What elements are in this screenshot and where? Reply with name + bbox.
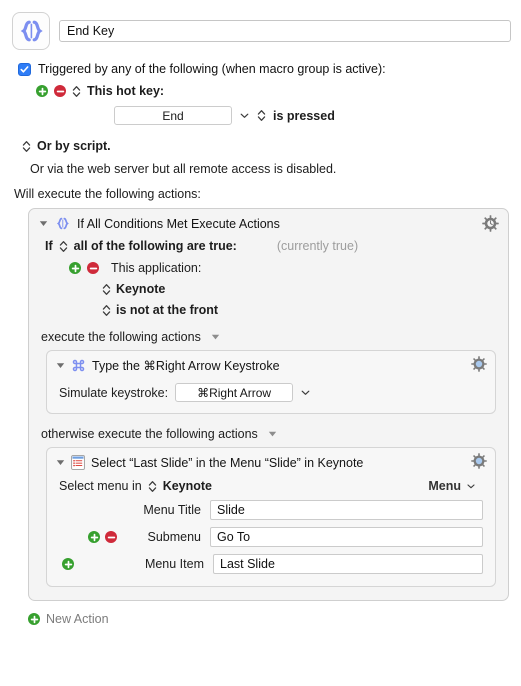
menu-list-icon	[71, 455, 85, 470]
disclosure-triangle-icon[interactable]	[56, 361, 65, 370]
type-keystroke-header[interactable]: Type the ⌘Right Arrow Keystroke	[47, 351, 495, 375]
bottom-spacer	[0, 626, 521, 634]
select-menu-app-name: Keynote	[162, 479, 213, 493]
simulate-keystroke-value: ⌘Right Arrow	[197, 385, 272, 400]
gear-icon[interactable]	[482, 215, 499, 232]
remove-circle-icon[interactable]	[54, 85, 66, 97]
hotkey-value-field[interactable]: End	[114, 106, 232, 125]
this-application-label: This application:	[111, 261, 202, 275]
this-application-row: This application:	[29, 253, 508, 275]
or-by-script-label: Or by script.	[37, 139, 111, 153]
trigger-checkbox[interactable]	[18, 62, 31, 76]
currently-state-label: (currently true)	[276, 239, 359, 253]
else-branch-label: otherwise execute the following actions	[41, 427, 258, 441]
chevron-down-icon[interactable]	[300, 387, 311, 398]
new-action-label: New Action	[46, 612, 109, 626]
web-server-note: Or via the web server but all remote acc…	[30, 162, 337, 176]
menu-item-controls	[47, 558, 120, 570]
hotkey-value-row: End is pressed	[0, 98, 521, 125]
else-branch-header[interactable]: otherwise execute the following actions	[29, 414, 508, 441]
select-menu-app-row: Select menu in Keynote Menu	[47, 472, 495, 493]
simulate-keystroke-row: Simulate keystroke: ⌘Right Arrow	[47, 375, 495, 413]
condition-mode-label: all of the following are true:	[73, 239, 237, 253]
application-name-row[interactable]: Keynote	[29, 275, 508, 296]
application-stepper[interactable]	[102, 283, 111, 296]
disclosure-triangle-icon[interactable]	[211, 333, 220, 341]
select-menu-app-stepper[interactable]	[148, 480, 157, 493]
if-action-header[interactable]: If All Conditions Met Execute Actions	[29, 209, 508, 235]
hotkey-trigger-label: This hot key:	[87, 84, 165, 98]
select-menu-header[interactable]: Select “Last Slide” in the Menu “Slide” …	[47, 448, 495, 472]
condition-mode-stepper[interactable]	[59, 240, 68, 253]
disclosure-triangle-icon[interactable]	[56, 458, 65, 467]
menu-title-row: Menu Title Slide	[47, 493, 495, 520]
chevron-down-icon[interactable]	[239, 110, 250, 121]
type-keystroke-title: Type the ⌘Right Arrow Keystroke	[92, 359, 280, 373]
condition-prefix-label: If	[45, 239, 53, 253]
trigger-type-stepper[interactable]	[72, 85, 81, 98]
condition-selector-row: If all of the following are true: (curre…	[29, 235, 508, 253]
submenu-value: Go To	[217, 530, 251, 544]
type-keystroke-action-panel: Type the ⌘Right Arrow Keystroke Simulate…	[46, 350, 496, 414]
chevron-down-icon[interactable]	[466, 481, 477, 492]
script-trigger-stepper[interactable]	[22, 140, 31, 153]
application-condition-stepper[interactable]	[102, 304, 111, 317]
gear-icon-blue[interactable]	[471, 453, 487, 469]
submenu-input[interactable]: Go To	[210, 527, 483, 547]
submenu-label: Submenu	[147, 530, 201, 544]
if-action-panel: If All Conditions Met Execute Actions If…	[28, 208, 509, 601]
menu-item-row: Menu Item Last Slide	[47, 547, 495, 586]
menu-dropdown-button[interactable]: Menu	[428, 479, 485, 493]
menu-dropdown-label: Menu	[428, 479, 461, 493]
add-circle-icon[interactable]	[62, 558, 74, 570]
then-branch-label: execute the following actions	[41, 330, 201, 344]
menu-title-input[interactable]: Slide	[210, 500, 483, 520]
add-circle-icon[interactable]	[28, 613, 40, 625]
menu-item-input[interactable]: Last Slide	[213, 554, 483, 574]
actions-intro-label: Will execute the following actions:	[14, 187, 201, 201]
disclosure-triangle-icon[interactable]	[268, 430, 277, 438]
simulate-keystroke-label: Simulate keystroke:	[59, 385, 169, 400]
macro-header: End Key	[0, 0, 521, 50]
menu-item-label: Menu Item	[144, 557, 204, 571]
application-condition-label: is not at the front	[116, 303, 219, 317]
application-name-label: Keynote	[116, 282, 166, 296]
submenu-row: Submenu Go To	[47, 520, 495, 547]
braces-icon	[55, 216, 70, 231]
gear-icon-blue[interactable]	[471, 356, 487, 372]
hotkey-trigger-row: This hot key:	[0, 76, 521, 98]
submenu-controls	[47, 531, 117, 543]
if-action-title: If All Conditions Met Execute Actions	[77, 216, 280, 231]
new-action-button[interactable]: New Action	[0, 601, 521, 626]
command-key-icon	[71, 358, 86, 373]
application-condition-row[interactable]: is not at the front	[29, 296, 508, 317]
menu-title-value: Slide	[217, 503, 245, 517]
braces-icon	[12, 12, 50, 50]
menu-title-label: Menu Title	[143, 503, 201, 517]
disclosure-triangle-icon[interactable]	[39, 219, 48, 228]
add-circle-icon[interactable]	[88, 531, 100, 543]
then-branch-header[interactable]: execute the following actions	[29, 317, 508, 344]
select-menu-title: Select “Last Slide” in the Menu “Slide” …	[91, 455, 364, 470]
trigger-enabled-row[interactable]: Triggered by any of the following (when …	[0, 50, 521, 76]
hotkey-value-text: End	[162, 108, 184, 123]
add-circle-icon[interactable]	[69, 262, 81, 274]
or-by-script-row[interactable]: Or by script.	[0, 125, 521, 153]
hotkey-condition-stepper[interactable]	[257, 109, 266, 122]
select-menu-action-panel: Select “Last Slide” in the Menu “Slide” …	[46, 447, 496, 587]
macro-name-value: End Key	[67, 24, 115, 38]
add-circle-icon[interactable]	[36, 85, 48, 97]
hotkey-condition-label: is pressed	[273, 108, 335, 123]
trigger-label: Triggered by any of the following (when …	[38, 62, 386, 76]
simulate-keystroke-field[interactable]: ⌘Right Arrow	[175, 383, 294, 402]
menu-item-value: Last Slide	[220, 557, 275, 571]
macro-name-input[interactable]: End Key	[59, 20, 511, 42]
select-menu-in-label: Select menu in	[59, 479, 142, 493]
remove-circle-icon[interactable]	[87, 262, 99, 274]
remove-circle-icon[interactable]	[105, 531, 117, 543]
